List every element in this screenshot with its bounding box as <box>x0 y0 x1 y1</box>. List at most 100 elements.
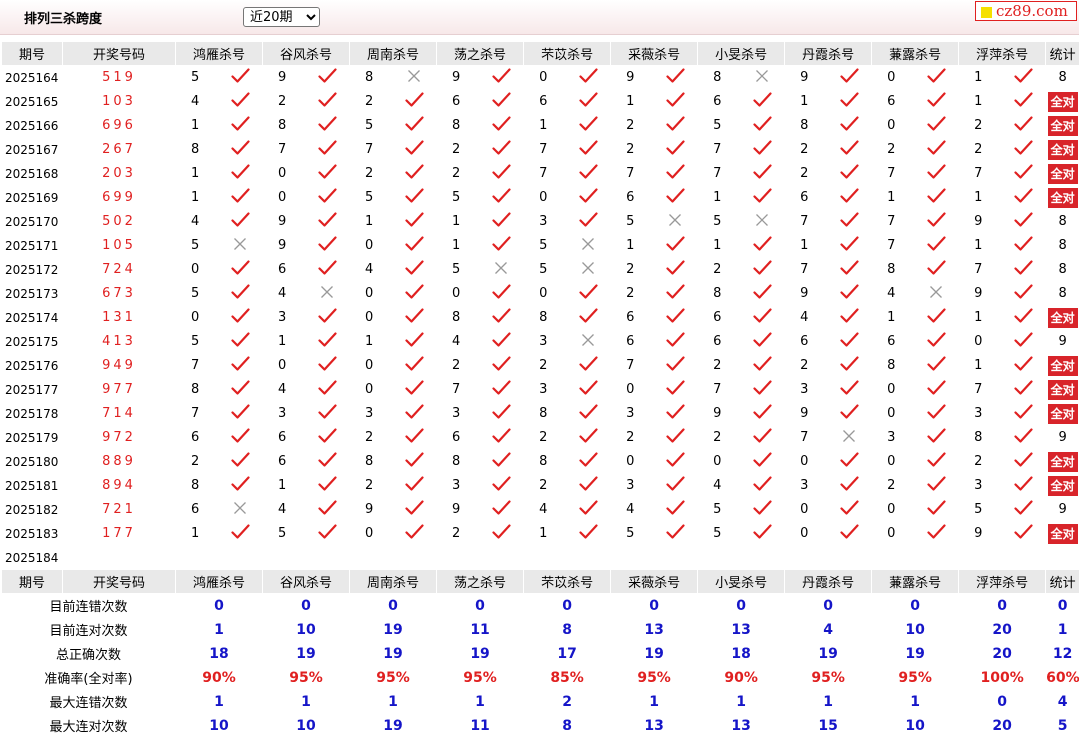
summary-value: 0 <box>176 594 263 618</box>
kill-number: 2 <box>539 358 547 373</box>
current-kill-label: 当前期杀号 <box>63 546 176 570</box>
kill-number: 8 <box>452 454 460 469</box>
check-icon <box>492 308 511 328</box>
kill-number: 7 <box>452 382 460 397</box>
table-row: 202516451959890989018 <box>2 66 1079 90</box>
check-icon <box>840 332 859 352</box>
check-icon <box>666 452 685 472</box>
kill-number-cell: 2 <box>611 426 653 450</box>
current-kill-value: 2 <box>365 550 374 565</box>
kill-number-cell: 3 <box>437 402 479 426</box>
check-icon <box>666 260 685 280</box>
result-cell <box>305 330 350 354</box>
column-header: 丹霞杀号 <box>785 570 872 594</box>
summary-value: 10 <box>872 618 959 642</box>
result-cell <box>218 450 263 474</box>
summary-value-text: 85% <box>550 670 584 686</box>
kill-number-cell: 4 <box>350 258 392 282</box>
result-cell <box>479 90 524 114</box>
check-icon <box>753 308 772 328</box>
check-icon <box>753 188 772 208</box>
kill-number-cell: 8 <box>524 402 566 426</box>
issue-number: 2025164 <box>5 71 58 85</box>
cross-icon <box>668 213 682 231</box>
column-header: 开奖号码 <box>63 42 176 66</box>
kill-number: 6 <box>278 454 286 469</box>
current-period-row: 2025184当前期杀号5427149364 <box>2 546 1079 570</box>
table-row: 20251666961858125802全对 <box>2 114 1079 138</box>
result-cell <box>740 330 785 354</box>
kill-number: 4 <box>713 478 721 493</box>
summary-value-text: 60% <box>1046 670 1079 686</box>
kill-number-cell: 9 <box>263 210 305 234</box>
summary-value: 0 <box>437 594 524 618</box>
stat-cell: 全对 <box>1046 378 1079 402</box>
site-logo[interactable]: cz89.com <box>975 1 1077 21</box>
check-icon <box>318 212 337 232</box>
kill-number-cell: 0 <box>872 378 914 402</box>
check-icon <box>579 164 598 184</box>
summary-value: 95% <box>785 666 872 690</box>
kill-number: 1 <box>191 118 199 133</box>
kill-number-cell: 4 <box>611 498 653 522</box>
result-cell <box>827 426 872 450</box>
issue-cell: 2025172 <box>2 258 63 282</box>
kill-number: 0 <box>800 526 808 541</box>
check-icon <box>927 212 946 232</box>
check-icon <box>318 452 337 472</box>
draw-number: 721 <box>102 502 136 517</box>
check-icon <box>927 404 946 424</box>
kill-number: 6 <box>278 262 286 277</box>
kill-number: 0 <box>887 118 895 133</box>
column-header: 浮萍杀号 <box>959 570 1046 594</box>
check-icon <box>579 428 598 448</box>
kill-number-cell: 0 <box>872 66 914 90</box>
draw-number: 413 <box>102 334 136 349</box>
kill-number: 7 <box>800 430 808 445</box>
summary-value-text: 0 <box>736 598 746 614</box>
kill-number-cell: 6 <box>176 498 218 522</box>
draw-number: 103 <box>102 94 136 109</box>
kill-number-cell: 6 <box>176 426 218 450</box>
kill-number-cell: 0 <box>872 522 914 546</box>
draw-cell: 103 <box>63 90 176 114</box>
kill-number: 6 <box>713 310 721 325</box>
kill-number-cell: 6 <box>524 90 566 114</box>
period-select[interactable]: 近20期 <box>243 7 320 27</box>
summary-value-text: 1 <box>214 622 224 638</box>
table-row: 20251787147333839903全对 <box>2 402 1079 426</box>
result-cell <box>218 162 263 186</box>
summary-value-text: 1 <box>214 694 224 710</box>
column-header-label: 荡之杀号 <box>454 576 506 591</box>
summary-value-text: 0 <box>301 598 311 614</box>
result-cell <box>914 426 959 450</box>
result-cell <box>827 258 872 282</box>
result-cell <box>566 234 611 258</box>
kill-number: 2 <box>626 262 634 277</box>
check-icon <box>927 452 946 472</box>
summary-value: 1 <box>1046 618 1079 642</box>
result-cell <box>305 474 350 498</box>
check-icon <box>753 164 772 184</box>
result-cell <box>1001 210 1046 234</box>
table-row: 20251682031022777277全对 <box>2 162 1079 186</box>
kill-number: 1 <box>974 358 982 373</box>
kill-number-cell: 3 <box>872 426 914 450</box>
summary-value-text: 19 <box>383 646 402 662</box>
summary-value-text: 18 <box>731 646 750 662</box>
kill-number-cell: 1 <box>698 234 740 258</box>
kill-number: 3 <box>539 214 547 229</box>
summary-row: 准确率(全对率)90%95%95%95%85%95%90%95%95%100%6… <box>2 666 1079 690</box>
issue-number: 2025174 <box>5 311 58 325</box>
summary-value-text: 10 <box>209 718 228 734</box>
all-correct-badge: 全对 <box>1048 380 1078 400</box>
kill-number: 8 <box>191 478 199 493</box>
draw-number: 699 <box>102 190 136 205</box>
column-header: 芣苡杀号 <box>524 570 611 594</box>
result-cell <box>305 114 350 138</box>
kill-number-cell: 9 <box>785 282 827 306</box>
kill-number: 0 <box>887 406 895 421</box>
result-cell <box>305 186 350 210</box>
summary-value-text: 10 <box>905 718 924 734</box>
result-cell <box>392 378 437 402</box>
